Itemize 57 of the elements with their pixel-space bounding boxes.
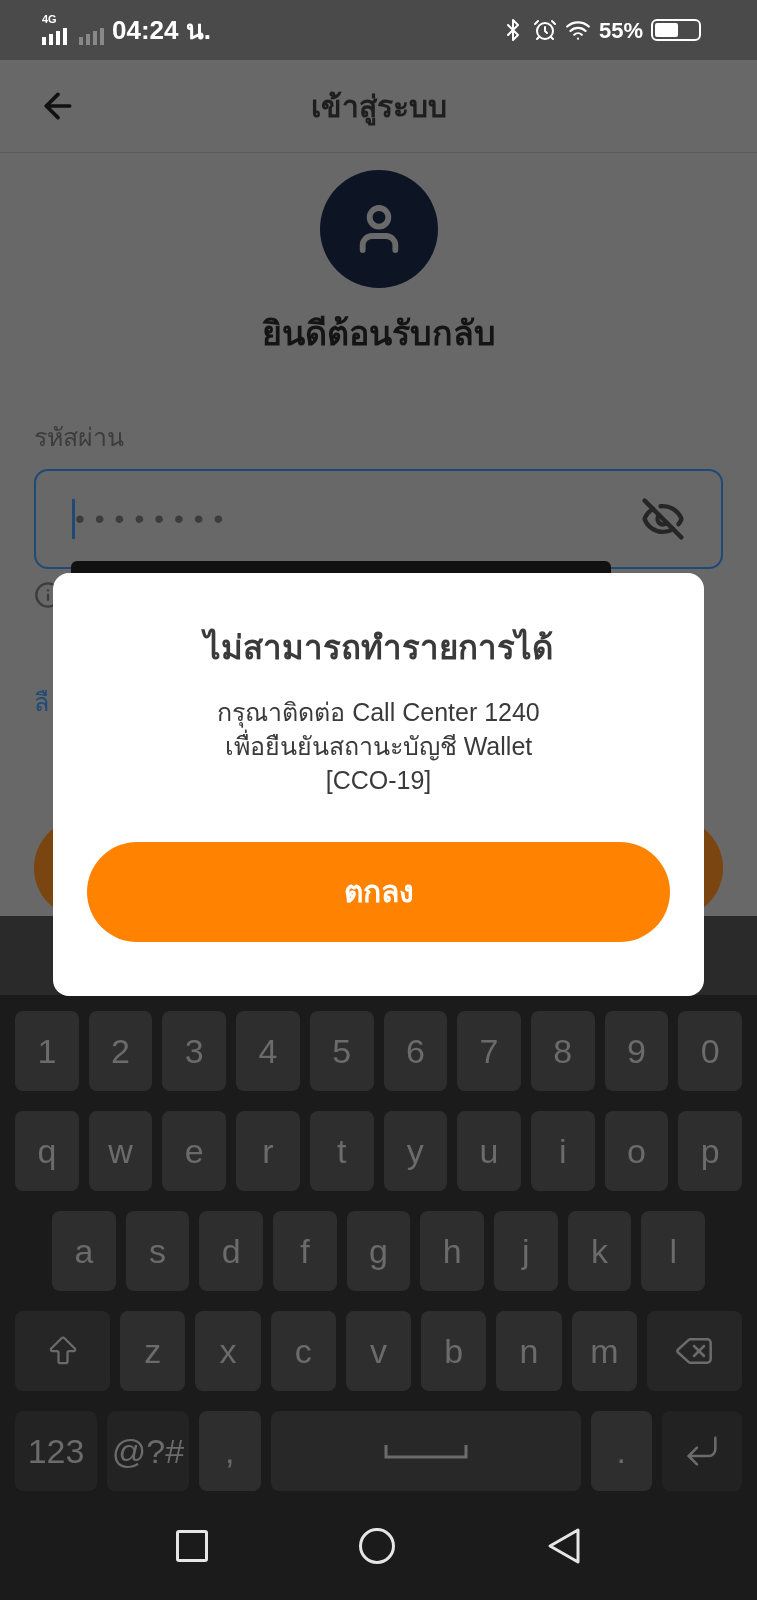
battery-percent: 55% (598, 16, 643, 45)
keyboard-key[interactable]: r (236, 1111, 300, 1192)
shift-key[interactable] (15, 1311, 110, 1392)
keyboard-key[interactable]: 2 (88, 1011, 153, 1092)
header-title: เข้าสู่ระบบ (310, 83, 447, 129)
keyboard-key[interactable]: z (120, 1311, 186, 1392)
back-icon[interactable] (547, 1526, 582, 1565)
dialog-message-line: เพื่อยืนยันสถานะบัญชี Wallet (224, 728, 533, 763)
keyboard-key[interactable]: 4 (236, 1011, 300, 1092)
keyboard-key[interactable]: x (195, 1311, 261, 1392)
keyboard-key[interactable]: w (88, 1111, 153, 1192)
backspace-key[interactable] (646, 1311, 742, 1392)
keyboard-key[interactable]: l (641, 1211, 706, 1292)
keyboard-key[interactable]: h (420, 1211, 485, 1292)
keyboard-key[interactable]: 9 (604, 1011, 669, 1092)
keyboard-key[interactable]: m (571, 1311, 637, 1392)
keyboard-key[interactable]: s (125, 1211, 190, 1292)
clock-time: 04:24 น. (112, 13, 211, 47)
battery-icon (651, 19, 701, 41)
keyboard-key[interactable]: d (199, 1211, 263, 1292)
keyboard-key[interactable]: j (494, 1211, 558, 1292)
keyboard-key[interactable]: c (270, 1311, 336, 1392)
keyboard-key[interactable]: b (421, 1311, 487, 1392)
keyboard-key[interactable]: o (604, 1111, 669, 1192)
keyboard-key[interactable]: p (678, 1111, 743, 1192)
keyboard-key[interactable]: q (15, 1111, 79, 1192)
keyboard-key[interactable]: 5 (309, 1011, 374, 1092)
keyboard-key[interactable]: e (162, 1111, 227, 1192)
enter-key[interactable] (662, 1411, 742, 1492)
keyboard-key[interactable]: y (383, 1111, 448, 1192)
keyboard-key[interactable]: f (273, 1211, 337, 1292)
recents-icon[interactable] (175, 1529, 208, 1562)
ok-button[interactable]: ตกลง (87, 841, 670, 942)
keyboard-key[interactable]: . (590, 1411, 652, 1492)
keyboard-key[interactable]: 3 (162, 1011, 227, 1092)
keyboard-key[interactable]: t (309, 1111, 374, 1192)
eye-off-icon[interactable] (641, 496, 685, 541)
home-icon[interactable] (359, 1527, 396, 1564)
keyboard-key[interactable]: 6 (383, 1011, 448, 1092)
keyboard-key[interactable]: i (530, 1111, 595, 1192)
dialog-message-line: [CCO-19] (325, 764, 432, 796)
dialog-message-line: กรุณาติดต่อ Call Center 1240 (217, 696, 540, 728)
keyboard-key[interactable]: 123 (15, 1411, 97, 1492)
keyboard-key[interactable]: 1 (15, 1011, 79, 1092)
welcome-heading: ยินดีต้อนรับกลับ (261, 313, 496, 354)
keyboard-key[interactable]: @?# (107, 1411, 189, 1492)
keyboard-key[interactable]: , (199, 1411, 261, 1492)
keyboard-key[interactable]: 7 (457, 1011, 521, 1092)
keyboard-key[interactable]: n (496, 1311, 562, 1392)
alarm-icon (532, 18, 557, 42)
keyboard-key[interactable]: a (52, 1211, 116, 1292)
keyboard-key[interactable]: u (457, 1111, 521, 1192)
keyboard-key[interactable]: v (345, 1311, 412, 1392)
keyboard-key[interactable]: 8 (530, 1011, 595, 1092)
keyboard-key[interactable]: g (346, 1211, 411, 1292)
keyboard-key[interactable]: k (567, 1211, 632, 1292)
keyboard-key[interactable]: 0 (678, 1011, 743, 1092)
